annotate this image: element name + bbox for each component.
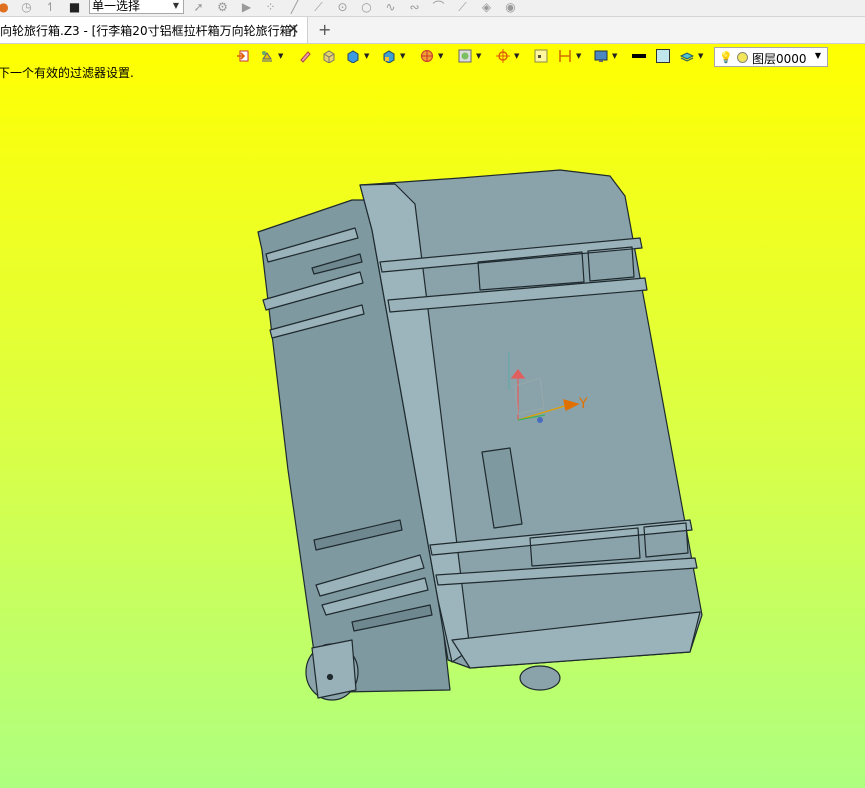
layer-stack-icon[interactable]: ◈	[480, 1, 493, 14]
y-axis-label: Y	[578, 396, 588, 412]
filter-icon[interactable]: ⚙	[216, 1, 229, 14]
select-mode-value: 单一选择	[92, 0, 141, 13]
circle-outline-icon[interactable]: ○	[360, 1, 373, 14]
stop-icon[interactable]: ■	[68, 1, 81, 14]
history-icon[interactable]: ◷	[20, 1, 33, 14]
spline-icon[interactable]: ∾	[408, 1, 421, 14]
arc-icon[interactable]: ⌒	[432, 1, 445, 14]
undo-icon[interactable]: ↿	[44, 1, 57, 14]
wheel-right	[519, 665, 561, 691]
top-toolbar: ● ◷ ↿ ■ 单一选择 ▼ ➚ ⚙ ▶ ⁘ ╱ ⟋ ⊙ ○ ∿ ∾ ⌒ ⟋ ◈…	[0, 0, 865, 17]
app-icon[interactable]: ●	[0, 1, 10, 14]
surface-icon[interactable]: ◉	[504, 1, 517, 14]
document-tab[interactable]: 向轮旅行箱.Z3 - [行李箱20寸铝框拉杆箱万向轮旅行箱] ✕	[0, 17, 308, 43]
suitcase-model[interactable]: Y	[0, 44, 865, 788]
diagonal-line-icon[interactable]: ⟋	[456, 1, 469, 14]
chevron-down-icon: ▼	[172, 1, 179, 10]
tab-bar: 向轮旅行箱.Z3 - [行李箱20寸铝框拉杆箱万向轮旅行箱] ✕ +	[0, 17, 865, 44]
select-mode-dropdown[interactable]: 单一选择 ▼	[89, 0, 184, 14]
play-icon[interactable]: ▶	[240, 1, 253, 14]
document-tab-label: 向轮旅行箱.Z3 - [行李箱20寸铝框拉杆箱万向轮旅行箱]	[0, 24, 297, 38]
curve-icon[interactable]: ∿	[384, 1, 397, 14]
line-icon[interactable]: ╱	[288, 1, 301, 14]
point-icon[interactable]: ⟋	[312, 1, 325, 14]
3d-viewport[interactable]: 下一个有效的过滤器设置. ▼ ▼ ▼ ▼ ▼ ▼ ▼ ▼ ▼ 💡 图层0000 …	[0, 44, 865, 788]
pointer-icon[interactable]: ➚	[192, 1, 205, 14]
close-icon[interactable]: ✕	[287, 20, 300, 38]
circle-icon[interactable]: ⊙	[336, 1, 349, 14]
snap-icon[interactable]: ⁘	[264, 1, 277, 14]
new-tab-button[interactable]: +	[318, 20, 331, 39]
